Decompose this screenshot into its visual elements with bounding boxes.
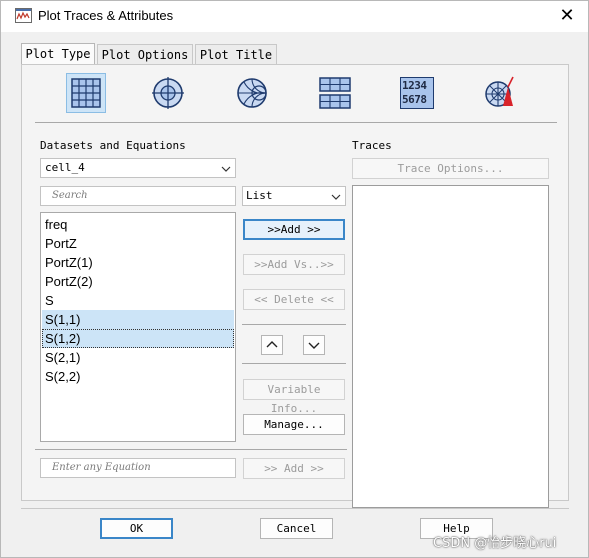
chevron-down-icon (308, 342, 320, 349)
window-title: Plot Traces & Attributes (38, 8, 174, 23)
app-icon (15, 8, 32, 23)
variable-list[interactable]: freq PortZ PortZ(1) PortZ(2) S S(1,1) S(… (40, 212, 236, 442)
trace-options-button[interactable]: Trace Options... (352, 158, 549, 179)
dataset-value: cell_4 (45, 161, 85, 174)
add-button[interactable]: >>Add >> (243, 219, 345, 240)
divider (35, 449, 347, 450)
stacked-plot-icon[interactable] (315, 73, 355, 113)
tab-plot-type[interactable]: Plot Type (21, 43, 95, 65)
divider (242, 363, 346, 364)
move-up-button[interactable] (261, 335, 283, 355)
chevron-down-icon (221, 166, 231, 172)
divider (242, 324, 346, 325)
list-plot-top-digits: 1234 (402, 79, 427, 92)
list-item[interactable]: S (42, 291, 234, 310)
add-equation-button[interactable]: >> Add >> (243, 458, 345, 479)
list-plot-bottom-digits: 5678 (402, 93, 427, 106)
polar-plot-icon[interactable] (148, 73, 188, 113)
list-plot-icon[interactable]: 1234 5678 (397, 73, 437, 113)
search-placeholder: Search (52, 190, 88, 201)
dataset-select[interactable]: cell_4 (40, 158, 236, 178)
view-mode-select[interactable]: List (242, 186, 346, 206)
equation-placeholder: Enter any Equation (52, 462, 151, 473)
divider (21, 508, 569, 509)
title-bar: Plot Traces & Attributes ✕ (1, 1, 588, 32)
traces-list[interactable] (352, 185, 549, 508)
close-icon[interactable]: ✕ (553, 4, 581, 28)
chevron-up-icon (266, 341, 278, 348)
search-input[interactable]: Search (40, 186, 236, 206)
equation-input[interactable]: Enter any Equation (40, 458, 236, 478)
add-vs-button[interactable]: >>Add Vs..>> (243, 254, 345, 275)
ok-button[interactable]: OK (100, 518, 173, 539)
smith-chart-icon[interactable] (232, 73, 272, 113)
chevron-down-icon (331, 194, 341, 200)
list-item[interactable]: S(2,1) (42, 348, 234, 367)
list-item[interactable]: PortZ(1) (42, 253, 234, 272)
list-item[interactable]: S(1,1) (42, 310, 234, 329)
plot-traces-dialog: Plot Traces & Attributes ✕ Plot Type Plo… (0, 0, 589, 558)
list-item[interactable]: S(1,2) (42, 329, 234, 348)
list-item[interactable]: freq (42, 215, 234, 234)
traces-heading: Traces (352, 139, 392, 152)
list-item[interactable]: PortZ (42, 234, 234, 253)
list-item[interactable]: PortZ(2) (42, 272, 234, 291)
delete-button[interactable]: << Delete << (243, 289, 345, 310)
rectangular-plot-icon[interactable] (66, 73, 106, 113)
antenna-plot-icon[interactable] (480, 73, 520, 113)
manage-button[interactable]: Manage... (243, 414, 345, 435)
tab-plot-title[interactable]: Plot Title (195, 44, 277, 64)
tab-plot-options[interactable]: Plot Options (97, 44, 193, 64)
divider (35, 122, 557, 123)
datasets-heading: Datasets and Equations (40, 139, 186, 152)
variable-info-button[interactable]: Variable Info... (243, 379, 345, 415)
watermark: CSDN @怡步晓心rui (433, 536, 557, 551)
list-item[interactable]: S(2,2) (42, 367, 234, 386)
view-mode-value: List (246, 189, 273, 202)
move-down-button[interactable] (303, 335, 325, 355)
cancel-button[interactable]: Cancel (260, 518, 333, 539)
